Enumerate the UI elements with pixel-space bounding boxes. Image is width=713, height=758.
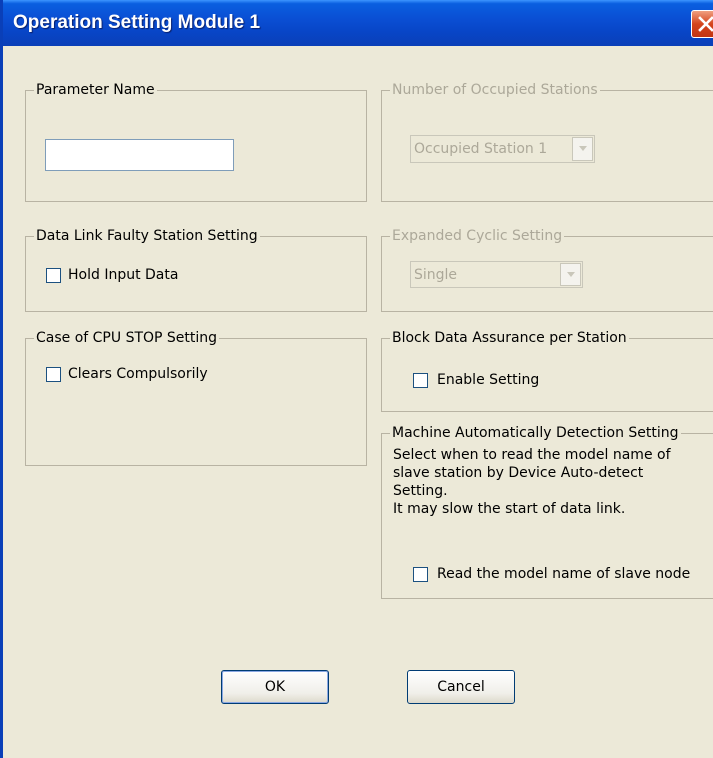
cpu-stop-group: Case of CPU STOP Setting Clears Compulso…	[25, 329, 367, 466]
expanded-cyclic-dropdown-button[interactable]	[560, 263, 581, 286]
enable-setting-label[interactable]: Enable Setting	[437, 371, 539, 389]
window-title: Operation Setting Module 1	[13, 12, 261, 33]
description-line: Select when to read the model name of	[393, 447, 671, 463]
occupied-stations-value: Occupied Station 1	[414, 141, 548, 157]
parameter-name-input[interactable]	[45, 139, 234, 171]
chevron-down-icon	[567, 272, 575, 277]
parameter-name-group: Parameter Name	[25, 81, 367, 202]
read-model-name-label[interactable]: Read the model name of slave node	[437, 565, 690, 583]
cpu-stop-legend: Case of CPU STOP Setting	[34, 329, 220, 347]
machine-detection-description: Select when to read the model name of sl…	[393, 446, 671, 518]
occupied-stations-dropdown-button[interactable]	[572, 137, 593, 161]
parameter-name-legend: Parameter Name	[34, 81, 157, 99]
faulty-station-legend: Data Link Faulty Station Setting	[34, 227, 260, 245]
occupied-stations-legend: Number of Occupied Stations	[390, 81, 600, 99]
description-line: slave station by Device Auto-detect	[393, 465, 644, 481]
cancel-button[interactable]: Cancel	[407, 670, 515, 704]
expanded-cyclic-group: Expanded Cyclic Setting Single	[381, 227, 713, 312]
occupied-stations-group: Number of Occupied Stations Occupied Sta…	[381, 81, 713, 202]
clears-compulsorily-checkbox[interactable]	[46, 367, 61, 382]
enable-setting-checkbox[interactable]	[413, 373, 428, 388]
ok-button[interactable]: OK	[221, 670, 329, 704]
expanded-cyclic-select[interactable]: Single	[410, 261, 583, 288]
title-bar[interactable]: Operation Setting Module 1	[3, 0, 713, 46]
hold-input-data-checkbox[interactable]	[46, 268, 61, 283]
dialog-window: Operation Setting Module 1 Parameter Nam…	[0, 0, 713, 758]
hold-input-data-label[interactable]: Hold Input Data	[68, 266, 178, 284]
clears-compulsorily-label[interactable]: Clears Compulsorily	[68, 365, 208, 383]
block-data-legend: Block Data Assurance per Station	[390, 329, 629, 347]
chevron-down-icon	[579, 146, 587, 151]
machine-detection-legend: Machine Automatically Detection Setting	[390, 424, 681, 442]
expanded-cyclic-legend: Expanded Cyclic Setting	[390, 227, 565, 245]
block-data-group: Block Data Assurance per Station Enable …	[381, 329, 713, 412]
faulty-station-group: Data Link Faulty Station Setting Hold In…	[25, 227, 367, 312]
close-button[interactable]	[691, 10, 713, 38]
read-model-name-checkbox[interactable]	[413, 567, 428, 582]
machine-detection-group: Machine Automatically Detection Setting …	[381, 424, 713, 599]
description-line: It may slow the start of data link.	[393, 501, 626, 517]
occupied-stations-select[interactable]: Occupied Station 1	[410, 135, 595, 163]
expanded-cyclic-value: Single	[414, 267, 458, 283]
description-line: Setting.	[393, 483, 448, 499]
close-icon	[698, 16, 713, 32]
